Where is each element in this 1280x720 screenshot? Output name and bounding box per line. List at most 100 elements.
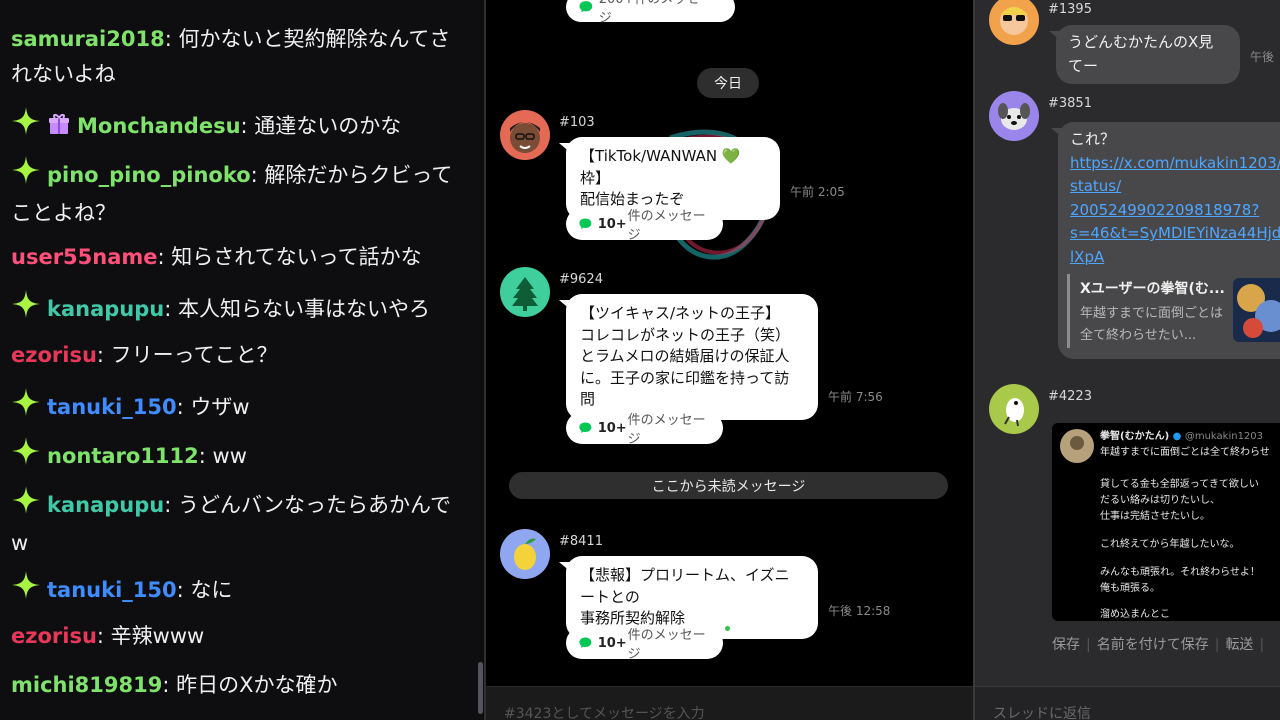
- dog-avatar[interactable]: [989, 91, 1039, 141]
- panel-divider: [973, 0, 975, 720]
- gift-badge-icon[interactable]: [47, 112, 71, 147]
- chat-colon: :: [162, 673, 177, 697]
- message-line: 【悲報】プロリートム、イズニートとの: [580, 566, 790, 606]
- tweet-line: みんなも頑張れ。それ終わらせよ！: [1100, 567, 1260, 578]
- live-chat-panel: samurai2018: 何かないと契約解除なんてされないよね Monchande…: [0, 0, 484, 720]
- tweet-line: 俺も頑張る。: [1100, 583, 1160, 594]
- chat-colon: :: [96, 343, 111, 367]
- link-preview-description: 年越すまでに面倒ごとは全て終わらせたい...: [1080, 306, 1224, 343]
- chat-message: tanuki_150: なに: [11, 570, 463, 611]
- chat-colon: :: [164, 493, 178, 517]
- link-preview-title: Xユーザーの拳智(む...: [1080, 281, 1225, 297]
- tweet-link[interactable]: 2005249902209818978?: [1070, 199, 1280, 223]
- tweet-link[interactable]: status/: [1070, 175, 1280, 199]
- chat-colon: :: [176, 395, 191, 419]
- bird-avatar[interactable]: [989, 384, 1039, 434]
- chat-username[interactable]: tanuki_150: [47, 578, 177, 602]
- chat-username[interactable]: samurai2018: [11, 27, 165, 51]
- chat-message-text: ww: [212, 444, 247, 468]
- reply-count-pill[interactable]: 10+ 件のメッセージ: [566, 208, 723, 243]
- chat-username[interactable]: michi819819: [11, 673, 162, 697]
- tree-avatar[interactable]: [500, 267, 550, 317]
- message-timestamp: 午前 2:05: [790, 185, 845, 199]
- chat-username[interactable]: pino_pino_pinoko: [47, 163, 251, 187]
- reply-count-pill[interactable]: 10+ 件のメッセージ: [566, 627, 723, 662]
- tweet-link[interactable]: s=46&t=SyMDlEYiNza44Hjd-: [1070, 222, 1280, 246]
- sparkle-badge-icon[interactable]: [11, 485, 41, 526]
- chat-username[interactable]: tanuki_150: [47, 395, 177, 419]
- date-separator: 今日: [697, 68, 759, 98]
- tweet-line: 貸してる金も全部返ってきて欲しい: [1100, 479, 1259, 490]
- tweet-link[interactable]: https://x.com/mukakin1203/: [1070, 152, 1280, 176]
- sparkle-badge-icon[interactable]: [11, 570, 41, 611]
- link-preview-image: [1233, 278, 1280, 342]
- forward-button[interactable]: 転送: [1225, 637, 1253, 653]
- message-timestamp: 午後: [1250, 50, 1275, 64]
- chat-username[interactable]: ezorisu: [11, 624, 97, 648]
- chat-message-text: ウザw: [190, 395, 250, 419]
- chat-message-text: フリーってこと？: [110, 343, 278, 367]
- chat-message: kanapupu: うどんバンなったらあかんでw: [11, 485, 463, 561]
- person-avatar[interactable]: [500, 110, 550, 160]
- reply-count-suffix: 件のメッセージ: [627, 413, 706, 447]
- chat-username[interactable]: nontaro1112: [47, 444, 199, 468]
- chat-message-text: 通達ないのかな: [254, 114, 402, 138]
- save-button[interactable]: 保存: [1052, 637, 1080, 653]
- chat-username[interactable]: kanapupu: [47, 297, 164, 321]
- save-as-button[interactable]: 名前を付けて保存: [1097, 637, 1209, 653]
- chat-colon: :: [240, 114, 255, 138]
- message-line: とラムメロの結婚届けの保証人: [580, 347, 790, 365]
- thread-message-text: これ？: [1070, 130, 1116, 148]
- chat-bubble-icon: [579, 1, 593, 13]
- chat-username[interactable]: Monchandesu: [77, 114, 241, 138]
- sparkle-badge-icon[interactable]: [11, 436, 41, 477]
- message-input[interactable]: #3423としてメッセージを入力: [486, 686, 973, 720]
- message-bubble[interactable]: 【ツイキャス/ネットの王子】 コレコレがネットの王子（笑） とラムメロの結婚届け…: [559, 294, 818, 420]
- chat-message: michi819819: 昨日のXかな確か: [11, 668, 463, 703]
- chat-username[interactable]: ezorisu: [11, 343, 97, 367]
- thread-message-bubble[interactable]: うどんむかたんのX見てー: [1049, 25, 1240, 84]
- tweet-link[interactable]: lXpA: [1070, 246, 1280, 270]
- reply-count: 10+: [597, 635, 627, 651]
- chat-colon: :: [157, 245, 172, 269]
- chat-message-text: 昨日のXかな確か: [176, 673, 338, 697]
- thread-reply-input[interactable]: スレッドに返信: [975, 686, 1280, 720]
- chat-message: user55name: 知らされてないって話かな: [11, 240, 463, 275]
- chat-message: tanuki_150: ウザw: [11, 387, 463, 428]
- chat-message-text: 辛辣www: [110, 624, 205, 648]
- chat-scrollbar[interactable]: [478, 662, 483, 714]
- message-line: に。王子の家に印鑑を持って訪問: [580, 368, 790, 409]
- chat-message-text: なに: [190, 578, 233, 602]
- message-sender-id: #8411: [559, 534, 603, 549]
- chat-colon: :: [250, 163, 265, 187]
- chat-colon: :: [164, 297, 178, 321]
- sparkle-badge-icon[interactable]: [11, 387, 41, 428]
- reply-count-pill[interactable]: 10+ 件のメッセージ: [566, 412, 723, 447]
- reply-count-pill[interactable]: 200+件のメッセージ: [566, 0, 735, 26]
- tweet-author-name: 拳智(むかたん): [1100, 431, 1170, 442]
- sparkle-badge-icon[interactable]: [11, 106, 41, 147]
- chat-message: kanapupu: 本人知らない事はないやろ: [11, 289, 463, 330]
- message-sender-id: #4223: [1048, 389, 1092, 404]
- lemon-avatar[interactable]: [500, 529, 550, 579]
- thread-message-text: うどんむかたんのX見てー: [1068, 33, 1214, 75]
- reply-count: 10+: [597, 216, 627, 232]
- image-action-row: 保存 | 名前を付けて保存 | 転送 |: [1052, 637, 1265, 653]
- reply-count-suffix: 件のメッセージ: [627, 209, 706, 243]
- message-input-placeholder: #3423としてメッセージを入力: [504, 706, 705, 720]
- chat-message: Monchandesu: 通達ないのかな: [11, 106, 463, 147]
- tweet-screenshot-image[interactable]: 拳智(むかたん) ● @mukakin1203 年越すまでに面倒ごとは全て終わら…: [1052, 423, 1280, 621]
- chat-bubble-icon: [579, 218, 592, 230]
- message-line: 【TikTok/WANWAN 💚 枠】: [580, 147, 741, 187]
- chat-message: ezorisu: 辛辣www: [11, 619, 463, 654]
- message-line: コレコレがネットの王子（笑）: [580, 325, 791, 344]
- sparkle-badge-icon[interactable]: [11, 155, 41, 196]
- chat-username[interactable]: kanapupu: [47, 493, 164, 517]
- message-timestamp: 午前 7:56: [828, 390, 883, 404]
- message-sender-id: #3851: [1048, 96, 1092, 111]
- message-sender-id: #9624: [559, 272, 603, 287]
- message-line: 【ツイキャス/ネットの王子】: [580, 304, 781, 322]
- chat-username[interactable]: user55name: [11, 245, 158, 269]
- sparkle-badge-icon[interactable]: [11, 289, 41, 330]
- link-preview-card[interactable]: Xユーザーの拳智(む... 年越すまでに面倒ごとは全て終わらせたい...: [1067, 274, 1280, 348]
